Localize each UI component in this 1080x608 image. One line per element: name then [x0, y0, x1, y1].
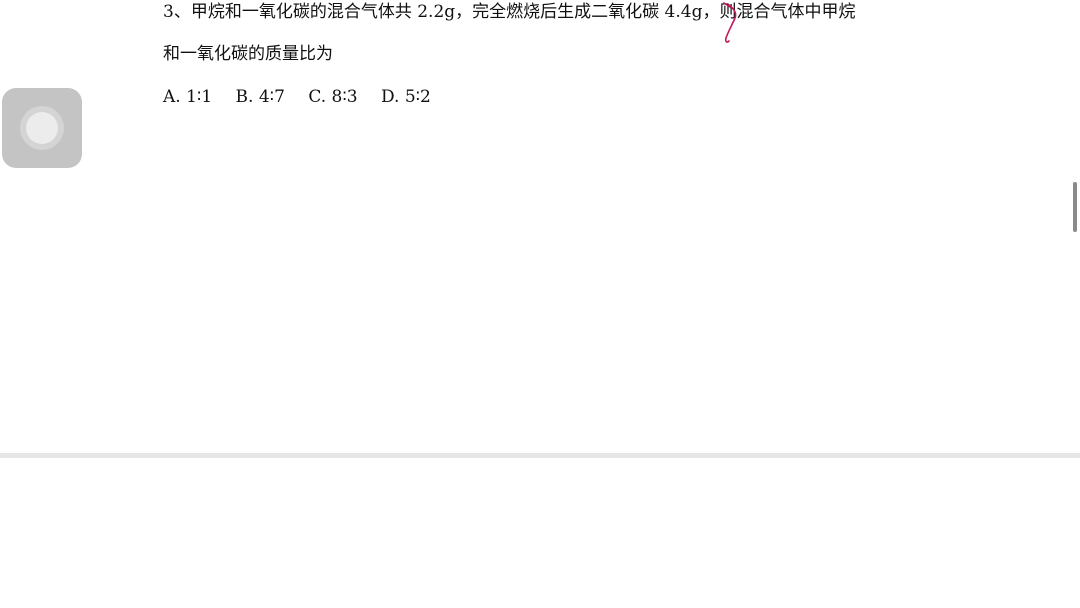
assistive-touch-icon	[26, 112, 58, 144]
option-d[interactable]: D. 5∶2	[381, 87, 431, 107]
option-b[interactable]: B. 4∶7	[236, 87, 285, 107]
document-page: 3、甲烷和一氧化碳的混合气体共 2.2g，完全燃烧后生成二氧化碳 4.4g，则混…	[0, 0, 1080, 454]
answer-options: A. 1∶1 B. 4∶7 C. 8∶3 D. 5∶2	[163, 85, 449, 109]
scroll-indicator[interactable]	[1073, 182, 1077, 232]
option-c[interactable]: C. 8∶3	[308, 87, 357, 107]
next-document-page	[0, 458, 1080, 608]
question-text-line-2: 和一氧化碳的质量比为	[163, 44, 333, 64]
handwritten-annotation-icon	[723, 2, 737, 43]
option-a[interactable]: A. 1∶1	[163, 87, 212, 107]
question-text-line-1: 3、甲烷和一氧化碳的混合气体共 2.2g，完全燃烧后生成二氧化碳 4.4g，则混…	[163, 2, 856, 22]
assistive-touch-button[interactable]	[2, 88, 82, 168]
